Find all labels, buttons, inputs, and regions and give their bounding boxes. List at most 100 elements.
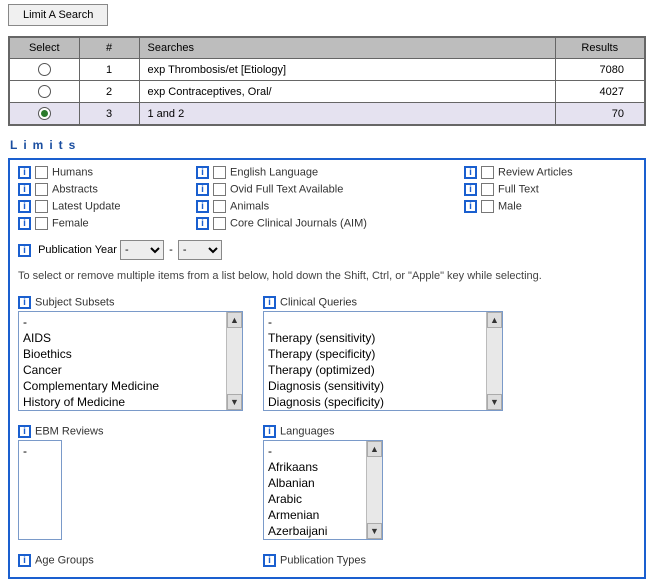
label-female: Female — [52, 217, 89, 229]
info-icon[interactable]: i — [263, 554, 276, 567]
checkbox-review[interactable] — [481, 166, 494, 179]
checkbox-english[interactable] — [213, 166, 226, 179]
checkbox-full-text[interactable] — [481, 183, 494, 196]
row-results: 7080 — [555, 59, 645, 81]
list-item[interactable]: AIDS — [23, 330, 222, 346]
list-item[interactable]: Cancer — [23, 362, 222, 378]
ebm-reviews-list[interactable]: - — [18, 440, 62, 540]
label-animals: Animals — [230, 200, 269, 212]
languages-list[interactable]: -AfrikaansAlbanianArabicArmenianAzerbaij… — [263, 440, 383, 540]
col-searches: Searches — [139, 37, 555, 59]
scroll-up-icon[interactable]: ▲ — [487, 312, 502, 328]
col-num: # — [79, 37, 139, 59]
info-icon[interactable]: i — [18, 296, 31, 309]
checkbox-female[interactable] — [35, 217, 48, 230]
info-icon[interactable]: i — [464, 200, 477, 213]
col-results: Results — [555, 37, 645, 59]
checkbox-animals[interactable] — [213, 200, 226, 213]
list-item[interactable]: Diagnosis (sensitivity) — [268, 378, 482, 394]
info-icon[interactable]: i — [18, 554, 31, 567]
info-icon[interactable]: i — [263, 296, 276, 309]
info-icon[interactable]: i — [196, 200, 209, 213]
label-latest: Latest Update — [52, 200, 121, 212]
list-item[interactable]: - — [23, 443, 57, 459]
list-item[interactable]: - — [268, 314, 482, 330]
checkbox-male[interactable] — [481, 200, 494, 213]
info-icon[interactable]: i — [196, 183, 209, 196]
search-history-table: Select # Searches Results 1exp Thrombosi… — [8, 36, 646, 126]
pub-year-to-select[interactable]: - — [178, 240, 222, 260]
info-icon[interactable]: i — [18, 200, 31, 213]
list-item[interactable]: Azerbaijani — [268, 523, 362, 539]
pub-types-label: Publication Types — [280, 554, 366, 566]
label-male: Male — [498, 200, 522, 212]
checkbox-ovid-full[interactable] — [213, 183, 226, 196]
scrollbar[interactable]: ▲▼ — [486, 312, 502, 410]
row-num: 1 — [79, 59, 139, 81]
scrollbar[interactable]: ▲▼ — [226, 312, 242, 410]
pub-year-from-select[interactable]: - — [120, 240, 164, 260]
row-search: 1 and 2 — [139, 103, 555, 126]
list-item[interactable]: - — [23, 314, 222, 330]
checkbox-core[interactable] — [213, 217, 226, 230]
list-item[interactable]: Therapy (specificity) — [268, 346, 482, 362]
select-radio[interactable] — [38, 85, 51, 98]
info-icon[interactable]: i — [18, 425, 31, 438]
label-review: Review Articles — [498, 166, 573, 178]
info-icon[interactable]: i — [18, 183, 31, 196]
list-item[interactable]: Arabic — [268, 491, 362, 507]
list-item[interactable]: Therapy (optimized) — [268, 362, 482, 378]
list-item[interactable]: Albanian — [268, 475, 362, 491]
list-item[interactable]: History of Medicine — [23, 394, 222, 410]
subject-subsets-label: Subject Subsets — [35, 296, 115, 308]
row-results: 4027 — [555, 81, 645, 103]
select-radio[interactable] — [38, 63, 51, 76]
list-item[interactable]: Diagnosis (specificity) — [268, 394, 482, 410]
label-abstracts: Abstracts — [52, 183, 98, 195]
label-ovid-full: Ovid Full Text Available — [230, 183, 343, 195]
row-results: 70 — [555, 103, 645, 126]
row-search: exp Contraceptives, Oral/ — [139, 81, 555, 103]
table-row: 2exp Contraceptives, Oral/4027 — [9, 81, 645, 103]
scroll-down-icon[interactable]: ▼ — [367, 523, 382, 539]
scroll-down-icon[interactable]: ▼ — [227, 394, 242, 410]
table-row: 31 and 270 — [9, 103, 645, 126]
scroll-down-icon[interactable]: ▼ — [487, 394, 502, 410]
checkbox-latest[interactable] — [35, 200, 48, 213]
checkbox-abstracts[interactable] — [35, 183, 48, 196]
clinical-queries-list[interactable]: -Therapy (sensitivity)Therapy (specifici… — [263, 311, 503, 411]
limits-panel: i Humans i English Language i Review Articl… — [8, 158, 646, 579]
scrollbar[interactable]: ▲▼ — [366, 441, 382, 539]
list-item[interactable]: Complementary Medicine — [23, 378, 222, 394]
list-item[interactable]: Bioethics — [23, 346, 222, 362]
info-icon[interactable]: i — [464, 183, 477, 196]
info-icon[interactable]: i — [18, 217, 31, 230]
multiselect-hint: To select or remove multiple items from … — [18, 270, 636, 282]
list-item[interactable]: Armenian — [268, 507, 362, 523]
checkbox-humans[interactable] — [35, 166, 48, 179]
info-icon[interactable]: i — [18, 166, 31, 179]
list-item[interactable]: Therapy (sensitivity) — [268, 330, 482, 346]
scroll-up-icon[interactable]: ▲ — [367, 441, 382, 457]
table-row: 1exp Thrombosis/et [Etiology]7080 — [9, 59, 645, 81]
limit-search-button[interactable]: Limit A Search — [8, 4, 108, 26]
row-search: exp Thrombosis/et [Etiology] — [139, 59, 555, 81]
info-icon[interactable]: i — [196, 166, 209, 179]
info-icon[interactable]: i — [196, 217, 209, 230]
pub-year-label: Publication Year — [38, 244, 117, 256]
label-humans: Humans — [52, 166, 93, 178]
subject-subsets-list[interactable]: -AIDSBioethicsCancerComplementary Medici… — [18, 311, 243, 411]
label-core: Core Clinical Journals (AIM) — [230, 217, 367, 229]
list-item[interactable]: - — [268, 443, 362, 459]
label-english: English Language — [230, 166, 318, 178]
list-item[interactable]: Afrikaans — [268, 459, 362, 475]
info-icon[interactable]: i — [263, 425, 276, 438]
col-select: Select — [9, 37, 79, 59]
info-icon[interactable]: i — [464, 166, 477, 179]
info-icon[interactable]: i — [18, 244, 31, 257]
row-num: 2 — [79, 81, 139, 103]
scroll-up-icon[interactable]: ▲ — [227, 312, 242, 328]
select-radio[interactable] — [38, 107, 51, 120]
label-full-text: Full Text — [498, 183, 539, 195]
pub-year-dash: - — [169, 244, 173, 256]
